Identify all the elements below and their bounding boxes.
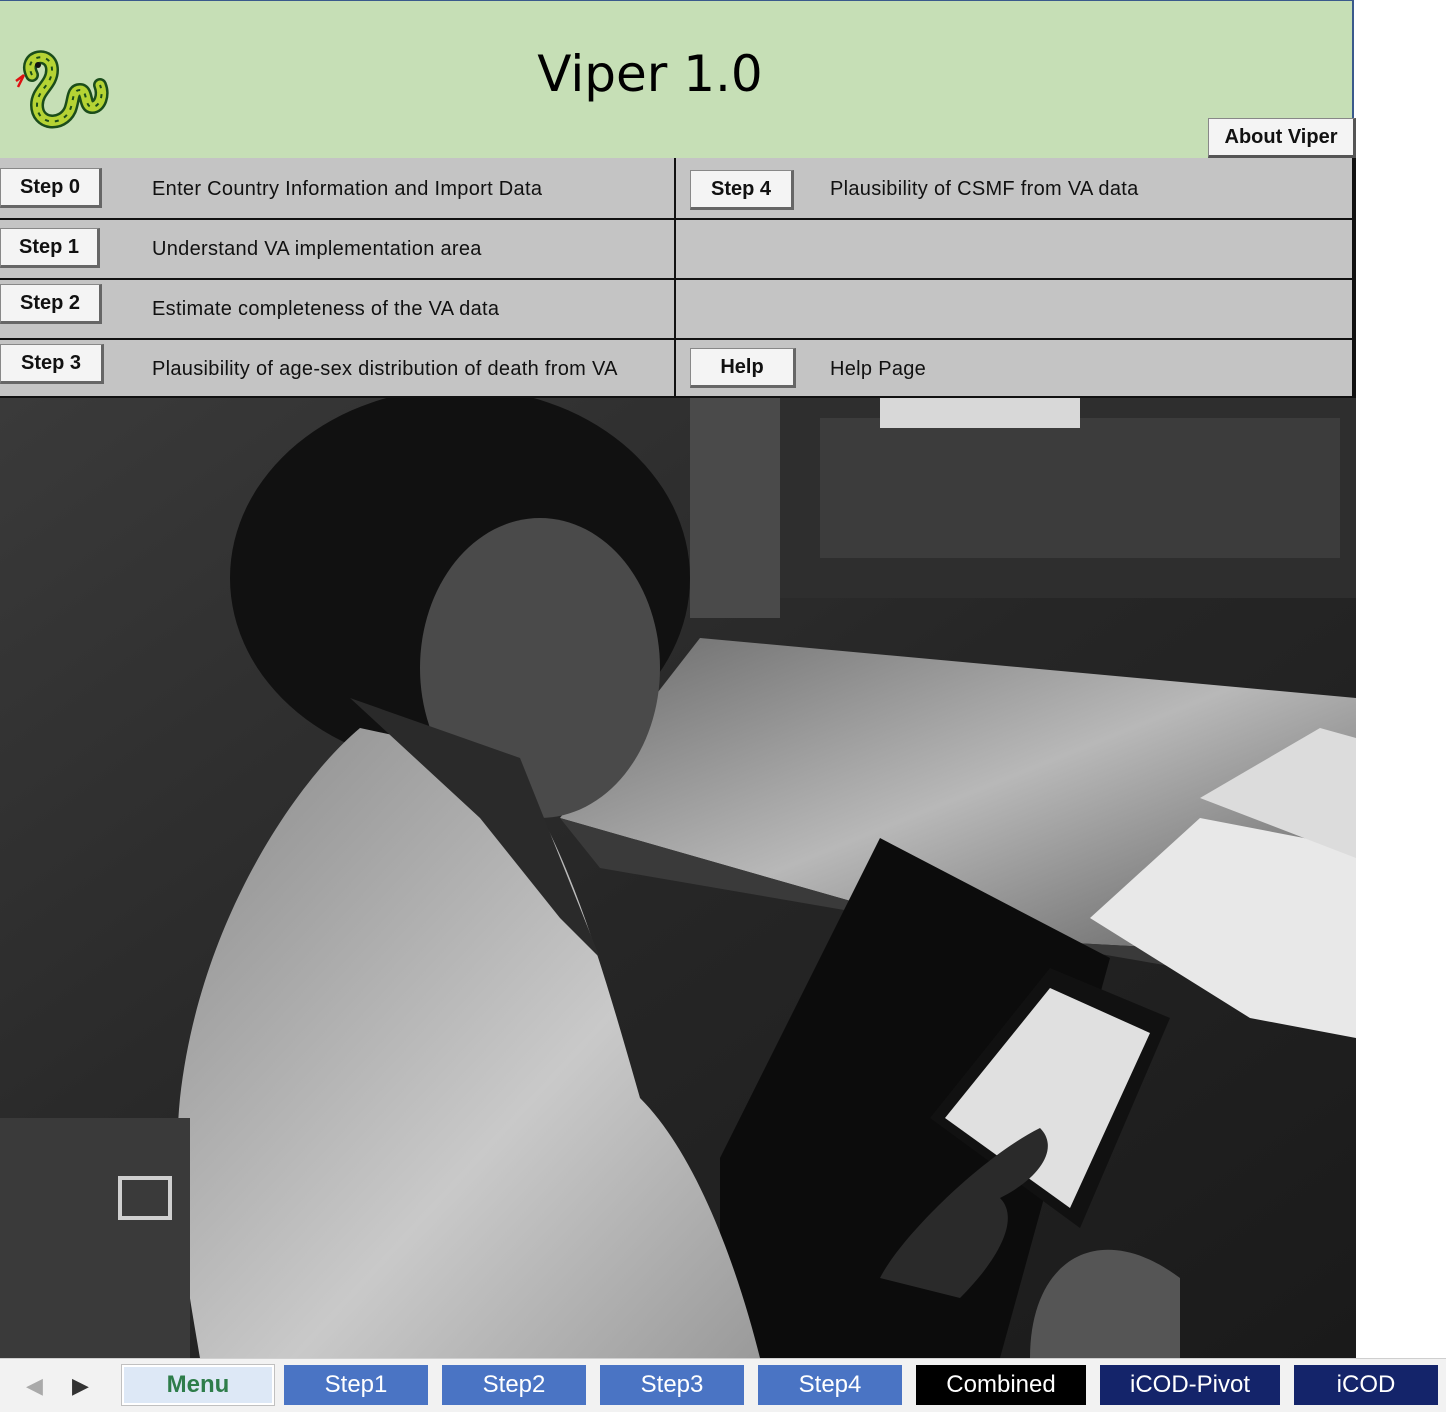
step1-description: Understand VA implementation area: [152, 238, 482, 260]
tab-menu[interactable]: Menu: [122, 1365, 274, 1405]
menu-row: Step 0 Enter Country Information and Imp…: [0, 158, 1356, 218]
column-divider: [674, 158, 676, 398]
help-description: Help Page: [830, 358, 927, 380]
step4-description: Plausibility of CSMF from VA data: [830, 178, 1139, 200]
app-header: Viper 1.0: [0, 0, 1354, 158]
tab-icod[interactable]: iCOD: [1294, 1365, 1438, 1405]
step-menu: Step 0 Enter Country Information and Imp…: [0, 158, 1356, 398]
tab-combined[interactable]: Combined: [916, 1365, 1086, 1405]
hero-photo: [0, 398, 1356, 1358]
menu-right-border: [1352, 158, 1356, 398]
step3-button[interactable]: Step 3: [0, 344, 104, 384]
step3-description: Plausibility of age-sex distribution of …: [152, 358, 618, 380]
tab-step1[interactable]: Step1: [284, 1365, 428, 1405]
step0-button[interactable]: Step 0: [0, 168, 102, 208]
step0-description: Enter Country Information and Import Dat…: [152, 178, 543, 200]
step2-button[interactable]: Step 2: [0, 284, 102, 324]
menu-row: Step 1 Understand VA implementation area: [0, 218, 1356, 278]
help-button[interactable]: Help: [690, 348, 796, 388]
tab-step4[interactable]: Step4: [758, 1365, 902, 1405]
triangle-left-icon[interactable]: ◀: [26, 1373, 43, 1399]
menu-row: Step 3 Plausibility of age-sex distribut…: [0, 338, 1356, 398]
triangle-right-icon[interactable]: ▶: [72, 1373, 89, 1399]
tab-icod-pivot[interactable]: iCOD-Pivot: [1100, 1365, 1280, 1405]
about-viper-button[interactable]: About Viper: [1208, 118, 1356, 158]
tab-step2[interactable]: Step2: [442, 1365, 586, 1405]
step4-button[interactable]: Step 4: [690, 170, 794, 210]
app-title: Viper 1.0: [537, 45, 763, 103]
step2-description: Estimate completeness of the VA data: [152, 298, 500, 320]
menu-row: Step 2 Estimate completeness of the VA d…: [0, 278, 1356, 338]
tab-step3[interactable]: Step3: [600, 1365, 744, 1405]
step1-button[interactable]: Step 1: [0, 228, 100, 268]
sheet-tab-bar: ◀ ▶ Menu Step1 Step2 Step3 Step4 Combine…: [0, 1358, 1446, 1412]
